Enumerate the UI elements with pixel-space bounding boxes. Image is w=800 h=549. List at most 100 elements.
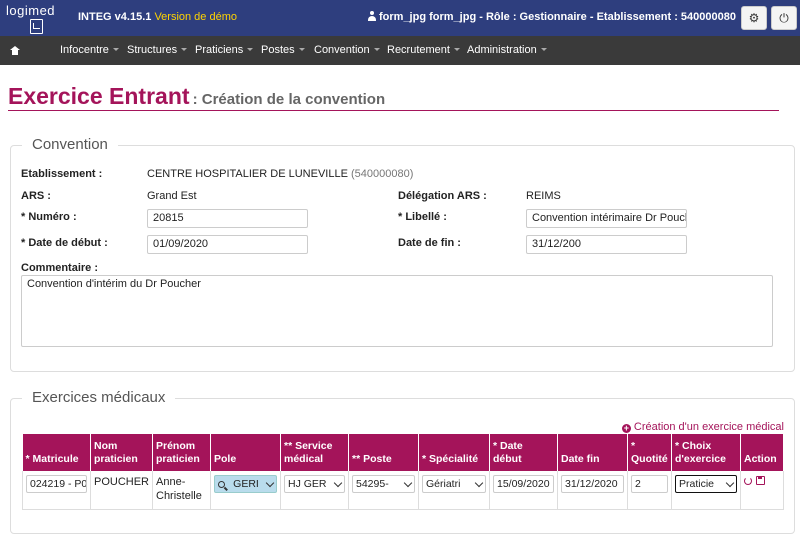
chevron-down-icon: [725, 478, 735, 487]
power-icon: ⏻: [779, 10, 789, 25]
nav-administration[interactable]: Administration: [467, 44, 547, 56]
date-debut-cell-input[interactable]: 15/09/2020: [493, 475, 554, 493]
logo-text: logimed: [6, 3, 56, 18]
col-service[interactable]: ** Service médical: [280, 434, 349, 471]
home-icon[interactable]: [10, 46, 20, 55]
delegation-label: Délégation ARS :: [398, 190, 487, 202]
col-pole[interactable]: Pole: [210, 434, 281, 471]
nom-cell: POUCHER: [90, 471, 153, 510]
specialite-select[interactable]: Gériatri: [422, 475, 486, 493]
undo-icon[interactable]: [744, 477, 752, 485]
nav-convention[interactable]: Convention: [314, 44, 380, 56]
title-divider: [8, 110, 779, 111]
page-title-main: Exercice Entrant: [8, 83, 190, 109]
col-nom[interactable]: Nom praticien: [90, 434, 153, 471]
numero-input[interactable]: 20815: [147, 209, 308, 228]
caret-down-icon: [373, 48, 380, 51]
nav-label: Recrutement: [387, 44, 450, 56]
page-title: Exercice Entrant : Création de la conven…: [8, 83, 385, 110]
etablissement-code: (540000080): [350, 168, 414, 180]
date-fin-cell-input[interactable]: 31/12/2020: [561, 475, 624, 493]
nav-label: Convention: [314, 44, 370, 56]
plus-circle-icon: +: [621, 423, 631, 433]
date-fin-input[interactable]: 31/12/200: [526, 235, 687, 254]
add-exercice-label: Création d'un exercice médical: [633, 421, 784, 433]
ars-label: ARS :: [21, 190, 51, 202]
quotite-input[interactable]: 2: [631, 475, 668, 493]
caret-down-icon: [453, 48, 460, 51]
choix-select[interactable]: Praticie: [675, 475, 737, 493]
caret-down-icon: [181, 48, 188, 51]
convention-legend: Convention: [22, 136, 118, 153]
date-debut-label: * Date de début :: [21, 237, 108, 249]
commentaire-textarea[interactable]: Convention d'intérim du Dr Poucher: [21, 275, 773, 347]
col-date-debut[interactable]: * Date début: [489, 434, 558, 471]
main-nav: Infocentre Structures Praticiens Postes …: [0, 36, 800, 65]
user-info-text: form_jpg form_jpg - Rôle : Gestionnaire …: [379, 11, 736, 23]
logo-doc-icon: [30, 19, 43, 34]
delegation-value: REIMS: [526, 190, 561, 202]
exercices-legend: Exercices médicaux: [22, 389, 176, 406]
chevron-down-icon: [403, 478, 413, 487]
service-select[interactable]: HJ GER: [284, 475, 345, 493]
action-cell: [740, 471, 784, 510]
nav-infocentre[interactable]: Infocentre: [60, 44, 119, 56]
matricule-input[interactable]: 024219 - P0: [26, 475, 87, 493]
col-quotite[interactable]: * Quotité: [627, 434, 672, 471]
caret-down-icon: [298, 48, 305, 51]
libelle-input[interactable]: Convention intérimaire Dr Poucher: [526, 209, 687, 228]
pole-value: GERI: [233, 478, 259, 490]
user-icon: [368, 11, 376, 21]
service-value: HJ GER: [288, 478, 327, 490]
date-debut-input[interactable]: 01/09/2020: [147, 235, 308, 254]
numero-label: * Numéro :: [21, 211, 77, 223]
specialite-value: Gériatri: [426, 478, 461, 490]
poste-select[interactable]: 54295-: [352, 475, 415, 493]
nav-postes[interactable]: Postes: [261, 44, 305, 56]
nav-label: Postes: [261, 44, 295, 56]
col-date-fin[interactable]: Date fin: [557, 434, 628, 471]
demo-label: Version de démo: [154, 11, 237, 23]
user-info: form_jpg form_jpg - Rôle : Gestionnaire …: [368, 11, 736, 23]
nav-label: Praticiens: [195, 44, 244, 56]
col-choix[interactable]: * Choix d'exercice: [671, 434, 741, 471]
libelle-label: * Libellé :: [398, 211, 447, 223]
settings-button[interactable]: ⚙: [741, 6, 767, 30]
logout-button[interactable]: ⏻: [771, 6, 797, 30]
chevron-down-icon: [333, 478, 343, 487]
nav-label: Infocentre: [60, 44, 109, 56]
table-header-row: * Matricule Nom praticien Prénom pratici…: [22, 434, 784, 471]
col-prenom[interactable]: Prénom praticien: [152, 434, 211, 471]
search-icon: [218, 480, 225, 488]
prenom-cell: Anne-Christelle: [152, 471, 211, 510]
nav-praticiens[interactable]: Praticiens: [195, 44, 254, 56]
exercices-table: * Matricule Nom praticien Prénom pratici…: [22, 434, 784, 510]
nav-label: Administration: [467, 44, 537, 56]
date-fin-label: Date de fin :: [398, 237, 461, 249]
etablissement-value: CENTRE HOSPITALIER DE LUNEVILLE (5400000…: [147, 168, 413, 180]
chevron-down-icon: [265, 478, 275, 487]
nav-recrutement[interactable]: Recrutement: [387, 44, 460, 56]
choix-value: Praticie: [679, 478, 715, 490]
ars-value: Grand Est: [147, 190, 197, 202]
chevron-down-icon: [474, 478, 484, 487]
caret-down-icon: [247, 48, 254, 51]
col-specialite[interactable]: * Spécialité: [418, 434, 490, 471]
table-row: 024219 - P0 POUCHER Anne-Christelle GERI…: [22, 471, 784, 510]
pole-select[interactable]: GERI: [214, 475, 277, 493]
add-exercice-link[interactable]: + Création d'un exercice médical: [621, 421, 784, 433]
app-version: INTEG v4.15.1: [78, 11, 152, 23]
etablissement-label: Etablissement :: [21, 168, 103, 180]
col-matricule[interactable]: * Matricule: [22, 434, 91, 471]
page-title-sub: : Création de la convention: [192, 91, 386, 108]
save-icon[interactable]: [756, 476, 765, 485]
commentaire-label: Commentaire :: [21, 262, 99, 274]
app-title: INTEG v4.15.1 Version de démo: [78, 11, 237, 23]
col-action: Action: [740, 434, 784, 471]
caret-down-icon: [540, 48, 547, 51]
etablissement-name: CENTRE HOSPITALIER DE LUNEVILLE: [147, 168, 348, 180]
col-poste[interactable]: ** Poste: [348, 434, 419, 471]
app-logo[interactable]: logimed: [0, 0, 66, 36]
nav-label: Structures: [127, 44, 178, 56]
nav-structures[interactable]: Structures: [127, 44, 188, 56]
